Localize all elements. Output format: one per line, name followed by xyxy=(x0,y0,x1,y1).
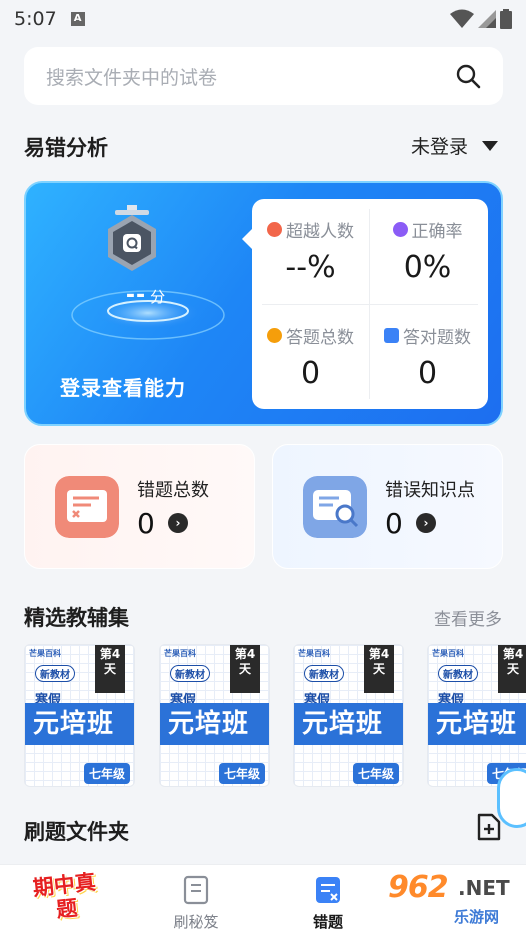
status-time: 5:07 xyxy=(14,8,57,30)
medal-icon xyxy=(267,328,282,343)
grade-badge: 七年级 xyxy=(218,763,265,784)
wifi-icon xyxy=(450,9,474,28)
shield-badge-icon xyxy=(108,205,156,271)
wrong-questions-card[interactable]: 错题总数 0 › xyxy=(24,444,255,569)
login-dropdown-label: 未登录 xyxy=(410,136,468,158)
chevron-right-icon[interactable]: › xyxy=(168,513,188,533)
card-count: 0 xyxy=(385,507,403,540)
wrong-paper-icon xyxy=(55,476,119,538)
grade-badge: 七年级 xyxy=(83,763,130,784)
nav-label: 刷秘笈 xyxy=(173,913,219,931)
new-tag: 新教材 xyxy=(304,665,344,682)
wrong-knowledge-card[interactable]: 错误知识点 0 › xyxy=(272,444,503,569)
book-icon xyxy=(183,875,209,905)
day-badge: 第4天 xyxy=(498,645,526,693)
stat-value: 0 xyxy=(300,356,321,391)
analysis-title: 易错分析 xyxy=(24,136,108,160)
book-name: 元培班 xyxy=(294,703,403,745)
book-card[interactable]: 芒果百科 新教材 第4天 寒假 元培班 七年级 xyxy=(293,644,404,787)
login-dropdown[interactable]: 未登录 xyxy=(411,132,498,159)
add-folder-icon[interactable] xyxy=(474,812,504,842)
book-carousel[interactable]: 芒果百科 新教材 第4天 寒假 元培班 七年级 芒果百科 新教材 第4天 寒假 … xyxy=(24,644,526,789)
checklist-icon xyxy=(384,328,399,343)
book-card[interactable]: 芒果百科 新教材 第4天 寒假 元培班 七年级 xyxy=(159,644,270,787)
score-value: -- xyxy=(125,283,147,308)
stat-label: 正确率 xyxy=(411,222,463,242)
stat-correct-count: 答对题数 0 xyxy=(373,307,482,407)
watermark-suffix: .NET xyxy=(458,876,510,900)
score-unit: 分 xyxy=(150,288,167,306)
watermark-number: 962 xyxy=(388,870,449,905)
site-watermark: 962 .NET 乐游网 xyxy=(388,868,526,932)
stat-label: 答题总数 xyxy=(286,328,354,348)
login-view-ability[interactable]: 登录查看能力 xyxy=(60,372,186,401)
stat-value: --% xyxy=(285,250,336,285)
caret-down-icon xyxy=(482,140,498,151)
battery-icon xyxy=(500,9,512,29)
search-icon[interactable] xyxy=(455,63,481,89)
divider xyxy=(262,304,478,305)
day-badge: 第4天 xyxy=(95,645,125,693)
stat-total-answered: 答题总数 0 xyxy=(256,307,365,407)
stat-label: 超越人数 xyxy=(286,222,354,242)
analysis-card[interactable]: -- 分 登录查看能力 超越人数 --% 正确率 0% 答题总数 0 答对题数 … xyxy=(24,181,503,426)
surpass-icon xyxy=(267,222,282,237)
day-badge: 第4天 xyxy=(230,645,260,693)
chevron-right-icon[interactable]: › xyxy=(416,513,436,533)
card-title: 错题总数 xyxy=(137,480,209,501)
book-card[interactable]: 芒果百科 新教材 第4天 寒假 元培班 七年级 xyxy=(24,644,135,787)
stat-label: 答对题数 xyxy=(403,328,471,348)
stat-value: 0% xyxy=(403,250,452,285)
a-icon: A xyxy=(70,12,85,26)
new-tag: 新教材 xyxy=(438,665,478,682)
search-input[interactable]: 搜索文件夹中的试卷 xyxy=(46,63,455,90)
nav-label: 错题 xyxy=(312,913,343,931)
new-tag: 新教材 xyxy=(170,665,210,682)
folder-title: 刷题文件夹 xyxy=(24,820,129,844)
book-name: 元培班 xyxy=(160,703,269,745)
accuracy-icon xyxy=(392,222,408,237)
search-bar[interactable]: 搜索文件夹中的试卷 xyxy=(24,47,503,105)
status-icons xyxy=(450,9,512,29)
book-name: 元培班 xyxy=(428,703,526,745)
stats-panel: 超越人数 --% 正确率 0% 答题总数 0 答对题数 0 xyxy=(242,199,488,409)
materials-title: 精选教辅集 xyxy=(24,606,129,630)
nav-item-wrong-questions[interactable]: 错题 xyxy=(278,865,378,935)
stat-surpass: 超越人数 --% xyxy=(256,201,365,301)
book-brand: 芒果百科 xyxy=(29,649,61,658)
day-badge: 第4天 xyxy=(364,645,394,693)
book-brand: 芒果百科 xyxy=(164,649,196,658)
book-brand: 芒果百科 xyxy=(298,649,330,658)
view-more-link[interactable]: 查看更多 xyxy=(434,605,502,630)
watermark-site: 乐游网 xyxy=(454,908,500,926)
grade-badge: 七年级 xyxy=(352,763,399,784)
promo-midterm[interactable]: 期中真题 xyxy=(27,869,104,932)
signal-icon xyxy=(478,10,496,28)
score-display: -- 分 xyxy=(66,283,226,308)
stat-value: 0 xyxy=(417,356,438,391)
card-title: 错误知识点 xyxy=(385,480,475,501)
knowledge-search-icon xyxy=(303,476,367,538)
book-card[interactable]: 芒果百科 新教材 第4天 寒假 元培班 七年级 xyxy=(427,644,526,787)
stat-accuracy: 正确率 0% xyxy=(373,201,482,301)
book-name: 元培班 xyxy=(25,703,134,745)
book-brand: 芒果百科 xyxy=(432,649,464,658)
status-bar: 5:07 A xyxy=(0,0,526,38)
new-tag: 新教材 xyxy=(35,665,75,682)
wrong-questions-icon xyxy=(316,877,340,903)
nav-item-secrets[interactable]: 刷秘笈 xyxy=(146,865,246,935)
card-count: 0 xyxy=(137,507,155,540)
